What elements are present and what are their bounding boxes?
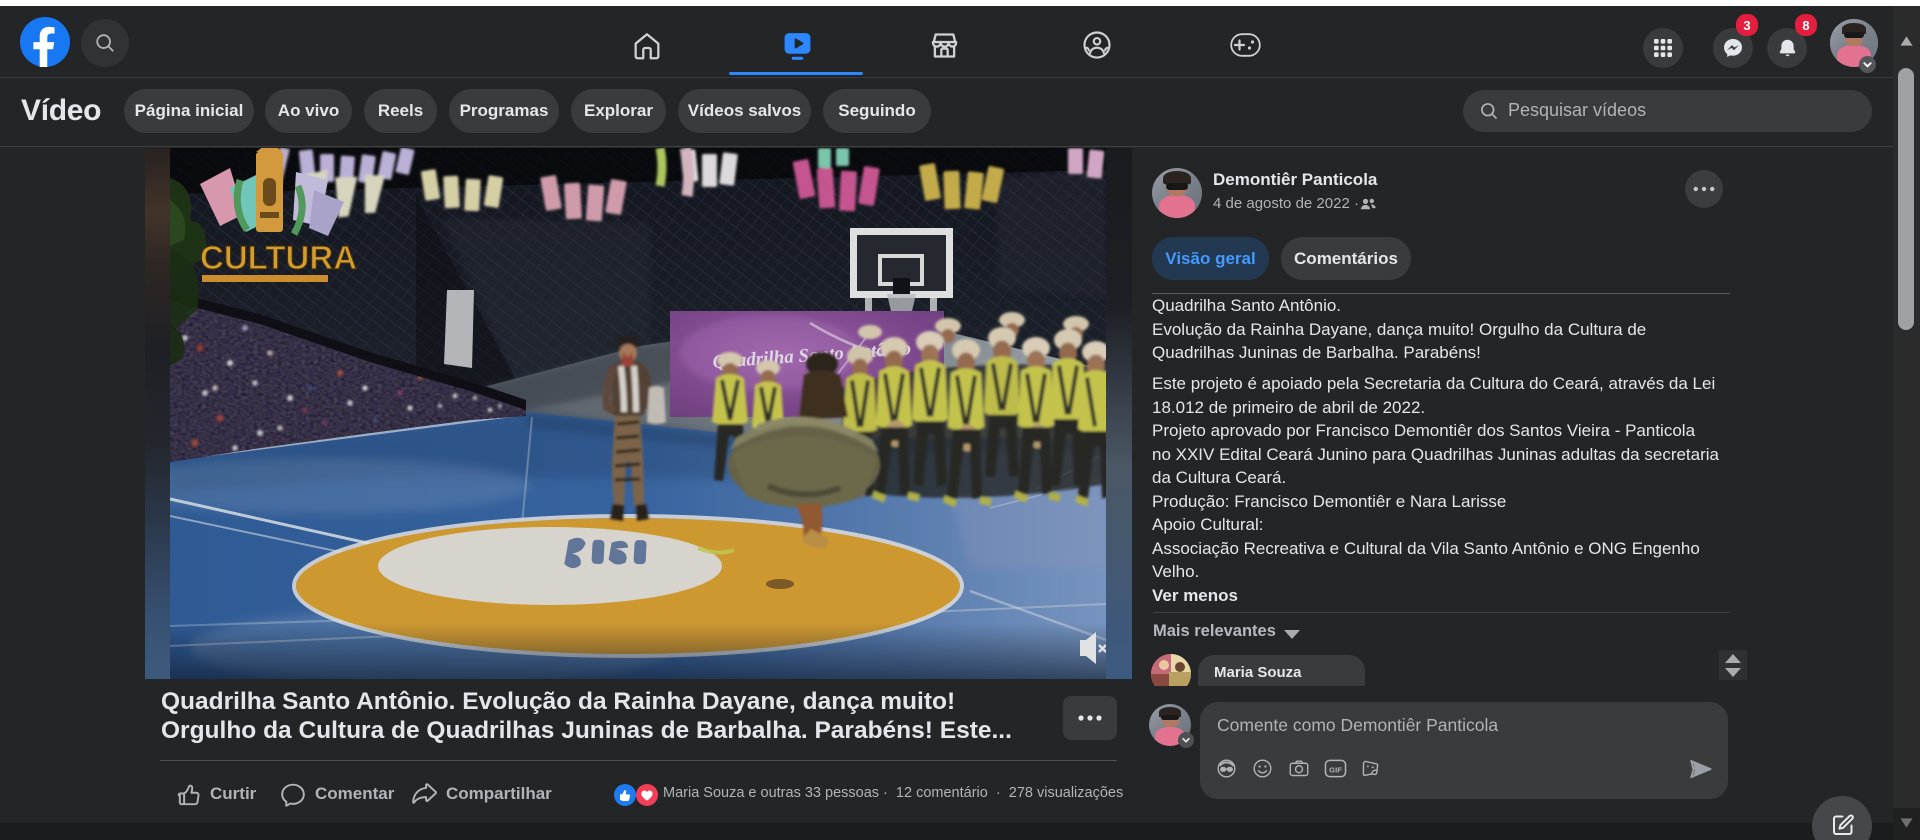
svg-text:GIF: GIF: [1329, 765, 1342, 774]
svg-text:CULTURA: CULTURA: [200, 239, 357, 276]
